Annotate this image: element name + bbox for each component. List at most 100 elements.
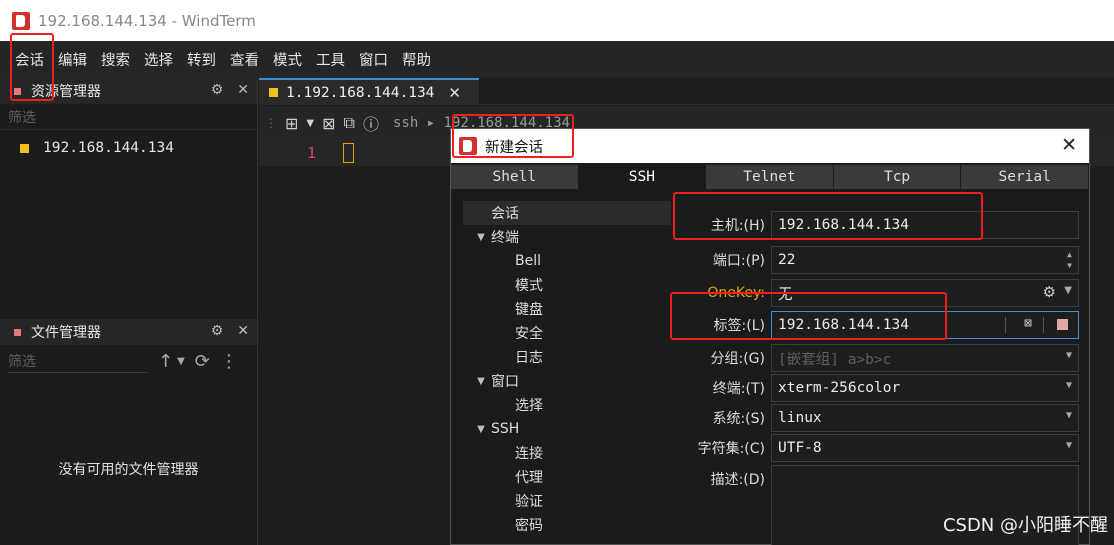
onekey-row: OneKey: 无 ⚙ ▼ bbox=[671, 279, 1081, 307]
onekey-select[interactable]: 无 ⚙ ▼ bbox=[771, 279, 1079, 307]
file-panel-title: 文件管理器 bbox=[31, 325, 101, 341]
left-sidebar: 资源管理器 ⚙ ✕ 筛选 192.168.144.134 文件管理器 ⚙ ✕ 筛选 … bbox=[0, 78, 258, 545]
tab-telnet[interactable]: Telnet bbox=[706, 165, 833, 189]
windterm-app-icon bbox=[459, 137, 477, 155]
port-label: 端口:(P) bbox=[712, 253, 765, 269]
tree-item-selection[interactable]: 选择 bbox=[463, 393, 671, 417]
tree-item-mode[interactable]: 模式 bbox=[463, 273, 671, 297]
arrow-up-icon[interactable]: ↑ bbox=[158, 351, 173, 372]
panel-marker-icon bbox=[14, 87, 21, 95]
tree-item-keyboard[interactable]: 键盘 bbox=[463, 297, 671, 321]
more-vertical-icon[interactable]: ⋮ bbox=[220, 351, 238, 372]
resource-filter-input[interactable]: 筛选 bbox=[0, 104, 257, 130]
tree-item-session[interactable]: 会话 bbox=[463, 201, 671, 225]
menu-tools[interactable]: 工具 bbox=[309, 49, 352, 70]
menu-session[interactable]: 会话 bbox=[8, 49, 51, 70]
tree-item-ssh[interactable]: ▼ SSH bbox=[463, 417, 671, 441]
charset-select[interactable]: UTF-8 ▼ bbox=[771, 434, 1079, 462]
refresh-icon[interactable]: ⟳ bbox=[195, 351, 210, 372]
windterm-app-icon bbox=[12, 11, 30, 30]
menu-window[interactable]: 窗口 bbox=[352, 49, 395, 70]
close-tab-icon[interactable]: ⊠ bbox=[322, 114, 335, 133]
host-label: 主机:(H) bbox=[710, 218, 765, 234]
menu-goto[interactable]: 转到 bbox=[180, 49, 223, 70]
line-number: 1 bbox=[307, 144, 317, 162]
terminal-select[interactable]: xterm-256color ▼ bbox=[771, 374, 1079, 402]
port-row: 端口:(P) 22 ▲ ▼ bbox=[671, 246, 1081, 274]
tag-input[interactable]: 192.168.144.134 ⊠ bbox=[771, 311, 1079, 339]
file-panel-empty-text: 没有可用的文件管理器 bbox=[58, 462, 199, 478]
tree-item-password[interactable]: 密码 bbox=[463, 513, 671, 537]
close-icon[interactable]: ✕ bbox=[237, 323, 249, 339]
tag-label: 标签:(L) bbox=[713, 318, 765, 334]
tab-tcp[interactable]: Tcp bbox=[833, 165, 961, 189]
terminal-label: 终端:(T) bbox=[712, 381, 765, 397]
tab-ssh[interactable]: SSH bbox=[578, 165, 706, 189]
settings-tree: 会话 ▼ 终端 Bell 模式 键盘 安全 日志 ▼ 窗口 选择 ▼ SSH 连接 代… bbox=[463, 201, 671, 537]
file-panel-header: 文件管理器 ⚙ ✕ bbox=[0, 319, 257, 345]
gear-icon[interactable]: ⚙ bbox=[211, 323, 224, 339]
tree-item-terminal[interactable]: ▼ 终端 bbox=[463, 225, 671, 249]
charset-label: 字符集:(C) bbox=[697, 441, 765, 457]
onekey-label: OneKey: bbox=[707, 285, 765, 301]
tree-expand-icon: ▼ bbox=[477, 231, 485, 243]
tree-expand-icon: ▼ bbox=[477, 423, 485, 435]
menu-search[interactable]: 搜索 bbox=[94, 49, 137, 70]
new-session-dialog: 新建会话 ✕ Shell SSH Telnet Tcp Serial 会话 ▼ 终… bbox=[450, 128, 1090, 545]
menu-edit[interactable]: 编辑 bbox=[51, 49, 94, 70]
chevron-down-icon[interactable]: ▼ bbox=[306, 118, 314, 129]
chevron-down-icon[interactable]: ▼ bbox=[177, 356, 185, 367]
gear-icon[interactable]: ⚙ bbox=[1043, 283, 1056, 301]
host-input[interactable]: 192.168.144.134 bbox=[771, 211, 1079, 239]
tree-expand-icon: ▼ bbox=[477, 375, 485, 387]
spinner-icon[interactable]: ▲ ▼ bbox=[1067, 249, 1072, 271]
watermark: CSDN @小阳睡不醒 bbox=[942, 515, 1108, 536]
session-marker-icon bbox=[20, 143, 29, 153]
window-title: 192.168.144.134 - WindTerm bbox=[38, 11, 256, 30]
tag-color-swatch[interactable] bbox=[1057, 319, 1068, 330]
tree-item-bell[interactable]: Bell bbox=[463, 249, 671, 273]
menu-select[interactable]: 选择 bbox=[137, 49, 180, 70]
tab-serial[interactable]: Serial bbox=[961, 165, 1088, 189]
tree-item-auth[interactable]: 验证 bbox=[463, 489, 671, 513]
group-row: 分组:(G) [嵌套组] a>b>c ▼ bbox=[671, 344, 1081, 372]
close-icon[interactable]: ✕ bbox=[237, 82, 249, 98]
session-marker-icon bbox=[269, 88, 278, 97]
resource-panel-title: 资源管理器 bbox=[31, 84, 101, 100]
tag-row: 标签:(L) 192.168.144.134 ⊠ bbox=[671, 311, 1081, 339]
tree-item-log[interactable]: 日志 bbox=[463, 345, 671, 369]
text-cursor bbox=[343, 143, 354, 163]
dialog-title-bar: 新建会话 ✕ bbox=[451, 129, 1089, 163]
file-filter-input[interactable]: 筛选 bbox=[8, 349, 148, 373]
tab-close-icon[interactable]: ✕ bbox=[448, 84, 461, 102]
tree-item-proxy[interactable]: 代理 bbox=[463, 465, 671, 489]
tree-item-window[interactable]: ▼ 窗口 bbox=[463, 369, 671, 393]
resource-panel-header: 资源管理器 ⚙ ✕ bbox=[0, 78, 257, 104]
protocol-tabs: Shell SSH Telnet Tcp Serial bbox=[451, 165, 1089, 189]
grip-icon: ⋮ bbox=[265, 116, 277, 130]
resource-item[interactable]: 192.168.144.134 bbox=[0, 134, 257, 162]
port-stepper[interactable]: 22 ▲ ▼ bbox=[771, 246, 1079, 274]
duplicate-tab-icon[interactable]: ⧉ bbox=[344, 113, 355, 133]
chevron-down-icon: ▼ bbox=[1065, 380, 1072, 391]
editor-tab[interactable]: 1.192.168.144.134 ✕ bbox=[259, 78, 479, 105]
description-label: 描述:(D) bbox=[710, 472, 765, 488]
edit-tag-icon[interactable]: ⊠ bbox=[1024, 316, 1032, 331]
tree-item-connection[interactable]: 连接 bbox=[463, 441, 671, 465]
menu-help[interactable]: 帮助 bbox=[395, 49, 438, 70]
chevron-down-icon: ▼ bbox=[1064, 285, 1072, 296]
menu-view[interactable]: 查看 bbox=[223, 49, 266, 70]
tab-shell[interactable]: Shell bbox=[451, 165, 578, 189]
info-icon[interactable]: ⓘ bbox=[363, 111, 379, 135]
menu-mode[interactable]: 模式 bbox=[266, 49, 309, 70]
dialog-close-icon[interactable]: ✕ bbox=[1061, 134, 1077, 156]
gear-icon[interactable]: ⚙ bbox=[211, 82, 224, 98]
group-input[interactable]: [嵌套组] a>b>c ▼ bbox=[771, 344, 1079, 372]
terminal-row: 终端:(T) xterm-256color ▼ bbox=[671, 374, 1081, 402]
new-tab-icon[interactable]: ⊞ bbox=[285, 114, 298, 133]
system-select[interactable]: linux ▼ bbox=[771, 404, 1079, 432]
menu-bar: 会话 编辑 搜索 选择 转到 查看 模式 工具 窗口 帮助 bbox=[0, 41, 1114, 78]
chevron-down-icon: ▼ bbox=[1065, 410, 1072, 421]
dialog-title: 新建会话 bbox=[485, 139, 543, 156]
tree-item-security[interactable]: 安全 bbox=[463, 321, 671, 345]
